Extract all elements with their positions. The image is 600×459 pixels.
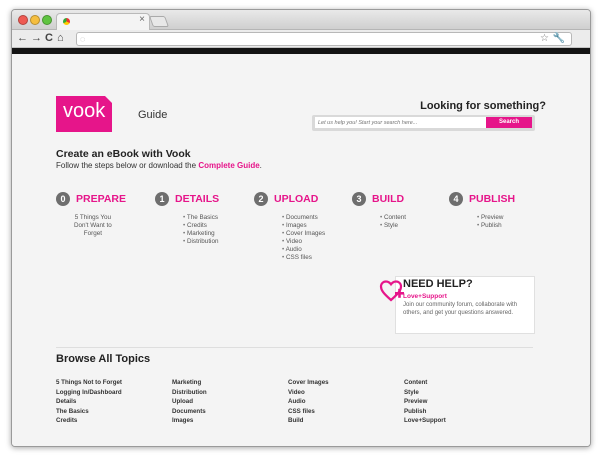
close-window-icon[interactable]: [18, 15, 28, 25]
back-arrow-icon[interactable]: ←: [17, 31, 28, 46]
step-item[interactable]: Credits: [183, 222, 218, 230]
topics-column-2: Marketing Distribution Upload Documents …: [172, 378, 207, 426]
maximize-window-icon[interactable]: [42, 15, 52, 25]
browser-tab[interactable]: ×: [56, 13, 150, 30]
page-title: Create an eBook with Vook: [56, 148, 191, 160]
topics-column-1: 5 Things Not to Forget Logging In/Dashbo…: [56, 378, 122, 426]
home-icon[interactable]: ⌂: [57, 31, 64, 46]
need-help-panel: NEED HELP? Love+Support Join our communi…: [379, 276, 535, 334]
step-list-upload: Documents Images Cover Images Video Audi…: [282, 214, 326, 262]
address-bar[interactable]: ◌ ☆ 🔧: [76, 32, 572, 46]
topic-link[interactable]: Images: [172, 416, 207, 426]
step-number-badge: 3: [352, 192, 366, 206]
step-list-prepare: 5 Things You Don't Want to Forget: [74, 214, 112, 238]
minimize-window-icon[interactable]: [30, 15, 40, 25]
topics-column-4: Content Style Preview Publish Love+Suppo…: [404, 378, 446, 426]
step-item[interactable]: Forget: [74, 230, 112, 238]
step-number-badge: 4: [449, 192, 463, 206]
step-list-build: Content Style: [380, 214, 406, 230]
topic-link[interactable]: Details: [56, 397, 122, 407]
search-form: Search: [312, 115, 535, 131]
step-item[interactable]: CSS files: [282, 254, 325, 262]
step-item[interactable]: The Basics: [183, 214, 218, 222]
title-bar: ×: [12, 10, 590, 30]
step-item[interactable]: Marketing: [183, 230, 218, 238]
chrome-favicon-icon: [63, 18, 70, 25]
logo-text: vook: [63, 100, 106, 122]
topic-link[interactable]: Cover Images: [288, 378, 329, 388]
need-help-title: NEED HELP?: [403, 278, 473, 290]
topic-link[interactable]: Upload: [172, 397, 207, 407]
wrench-menu-icon[interactable]: 🔧: [553, 33, 565, 45]
topic-link[interactable]: Credits: [56, 416, 122, 426]
topics-column-3: Cover Images Video Audio CSS files Build: [288, 378, 329, 426]
step-list-details: The Basics Credits Marketing Distributio…: [183, 214, 219, 246]
page-icon: ◌: [80, 34, 86, 44]
topic-link[interactable]: Preview: [404, 397, 446, 407]
intro-follow-text: Follow the steps below or download the: [56, 161, 199, 170]
browser-toolbar: ← → C ⌂ ◌ ☆ 🔧: [12, 30, 590, 48]
step-number-badge: 1: [155, 192, 169, 206]
topic-link[interactable]: Build: [288, 416, 329, 426]
step-title-build[interactable]: BUILD: [372, 193, 404, 205]
bookmark-star-icon[interactable]: ☆: [540, 33, 549, 45]
topic-link[interactable]: Audio: [288, 397, 329, 407]
forward-arrow-icon[interactable]: →: [31, 31, 42, 46]
section-divider: [56, 347, 533, 348]
step-title-prepare[interactable]: PREPARE: [76, 193, 126, 205]
step-item[interactable]: Distribution: [183, 238, 219, 246]
complete-guide-link[interactable]: Complete Guide: [198, 161, 259, 170]
heart-plus-icon: [379, 280, 404, 302]
topic-link[interactable]: Logging In/Dashboard: [56, 388, 122, 398]
step-item[interactable]: Video: [282, 238, 325, 246]
step-number-badge: 0: [56, 192, 70, 206]
love-support-link[interactable]: Love+Support: [403, 293, 447, 300]
step-item[interactable]: Style: [380, 222, 406, 230]
topic-link[interactable]: CSS files: [288, 407, 329, 417]
new-tab-button[interactable]: [148, 16, 170, 27]
guide-label: Guide: [138, 109, 168, 121]
step-item[interactable]: Documents: [282, 214, 325, 222]
step-list-publish: Preview Publish: [477, 214, 503, 230]
topic-link[interactable]: Publish: [404, 407, 446, 417]
step-title-upload[interactable]: UPLOAD: [274, 193, 318, 205]
step-number-badge: 2: [254, 192, 268, 206]
need-help-box[interactable]: NEED HELP? Love+Support Join our communi…: [395, 276, 535, 334]
step-item[interactable]: Cover Images: [282, 230, 325, 238]
step-item[interactable]: 5 Things You: [74, 214, 112, 222]
search-button[interactable]: Search: [486, 117, 532, 128]
topic-link[interactable]: Distribution: [172, 388, 207, 398]
step-item[interactable]: Audio: [282, 246, 325, 254]
intro-period: .: [259, 161, 262, 170]
topic-link[interactable]: Video: [288, 388, 329, 398]
browse-topics-title: Browse All Topics: [56, 353, 151, 365]
step-item[interactable]: Preview: [477, 214, 503, 222]
step-item[interactable]: Content: [380, 214, 406, 222]
intro-text: Follow the steps below or download the C…: [56, 161, 262, 170]
topic-link[interactable]: 5 Things Not to Forget: [56, 378, 122, 388]
need-help-text: Join our community forum, collaborate wi…: [403, 302, 518, 316]
topic-link[interactable]: Marketing: [172, 378, 207, 388]
page-content: vook Guide Looking for something? Search…: [12, 54, 590, 446]
reload-icon[interactable]: C: [45, 31, 53, 46]
browser-window: × ← → C ⌂ ◌ ☆ 🔧 vook Guide Looking for s…: [11, 9, 591, 447]
step-item[interactable]: Images: [282, 222, 325, 230]
step-title-details[interactable]: DETAILS: [175, 193, 219, 205]
step-item[interactable]: Don't Want to: [74, 222, 112, 230]
tab-close-icon[interactable]: ×: [139, 14, 145, 25]
step-item[interactable]: Publish: [477, 222, 503, 230]
search-heading: Looking for something?: [420, 100, 546, 112]
topic-link[interactable]: Documents: [172, 407, 207, 417]
topic-link[interactable]: Content: [404, 378, 446, 388]
vook-logo[interactable]: vook: [56, 95, 113, 132]
search-input[interactable]: [315, 117, 487, 128]
step-title-publish[interactable]: PUBLISH: [469, 193, 515, 205]
topic-link[interactable]: The Basics: [56, 407, 122, 417]
topic-link[interactable]: Style: [404, 388, 446, 398]
topic-link[interactable]: Love+Support: [404, 416, 446, 426]
